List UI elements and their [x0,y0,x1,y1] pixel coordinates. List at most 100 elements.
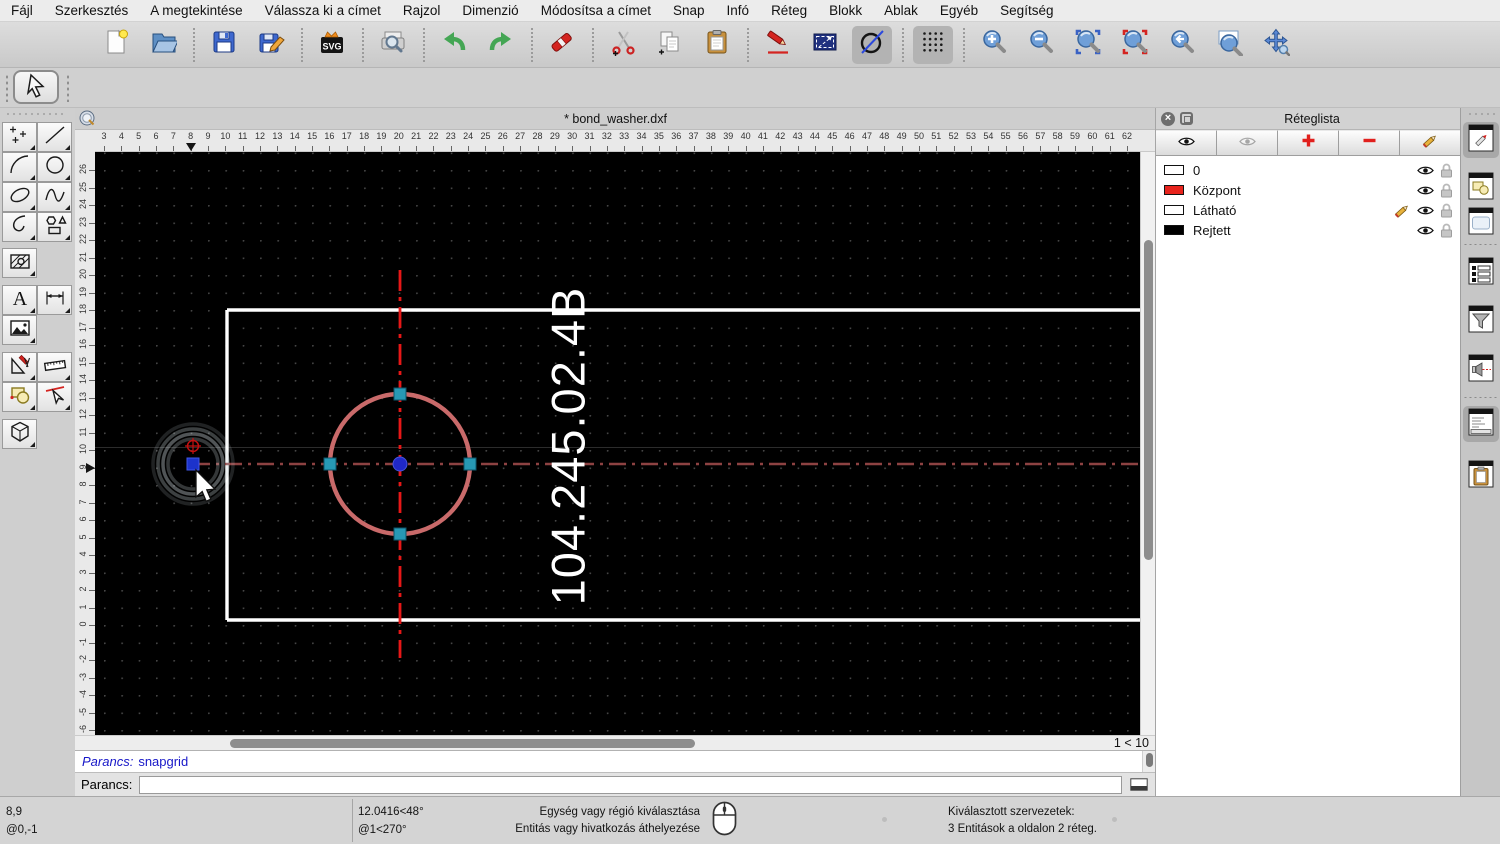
select-entity-tool-button[interactable] [37,382,72,412]
layer-lock-icon[interactable] [1440,183,1453,201]
filter-widget-button[interactable] [1466,303,1496,339]
menu-egy-b[interactable]: Egyéb [929,3,989,18]
undock-icon[interactable] [1180,112,1193,125]
arc-tool-button[interactable] [2,152,37,182]
zoom-in-button[interactable] [974,26,1014,64]
zoom-out-button[interactable] [1021,26,1061,64]
layer-lock-icon[interactable] [1440,223,1453,241]
cut-button[interactable] [603,26,643,64]
redo-button[interactable] [481,26,521,64]
measure-tool-button[interactable] [37,352,72,382]
undo-button[interactable] [434,26,474,64]
drawing-window-titlebar[interactable]: * bond_washer.dxf [75,108,1155,130]
circle-line-button[interactable] [852,25,892,64]
layer-visibility-eye-icon[interactable] [1417,164,1434,179]
keyboard-toggle-button[interactable] [1129,777,1149,792]
zoom-redraw-button[interactable] [1115,26,1155,64]
new-file-button[interactable] [96,26,136,64]
dimension-tool-button[interactable] [37,285,72,315]
layer-color-swatch[interactable] [1164,165,1184,175]
line-tool-button[interactable] [37,122,72,152]
vertical-scrollbar[interactable] [1140,152,1155,735]
menu-szerkeszt-s[interactable]: Szerkesztés [44,3,140,18]
show-all-eye-button[interactable] [1156,130,1217,155]
print-preview-button[interactable] [373,26,413,64]
image-tool-button[interactable] [2,315,37,345]
layer-row-rejtett[interactable]: Rejtett [1156,220,1460,240]
history-scrollbar[interactable] [1142,751,1155,773]
dock-handle[interactable] [1467,112,1495,116]
zoom-auto-button[interactable] [1068,26,1108,64]
save-as-button[interactable] [251,26,291,64]
open-folder-button[interactable] [143,26,183,64]
menu-v-lassza-ki-a-c-met[interactable]: Válassza ki a címet [254,3,392,18]
horizontal-scrollbar-thumb[interactable] [230,739,695,748]
vertical-scrollbar-thumb[interactable] [1144,240,1153,560]
pen-edit-button[interactable] [758,26,798,64]
hatch-tool-button[interactable] [2,248,37,278]
zoom-pan-button[interactable] [1256,26,1296,64]
block-tool-button[interactable] [2,382,37,412]
menu-m-dos-tsa-a-c-met[interactable]: Módosítsa a címet [530,3,662,18]
part-number-label[interactable]: 104.245.02.4B [542,287,595,606]
layer-color-swatch[interactable] [1164,205,1184,215]
remove-layer-button[interactable] [1339,130,1400,155]
menu-a-megtekint-se[interactable]: A megtekintése [139,3,253,18]
menu-dimenzi-[interactable]: Dimenzió [451,3,529,18]
history-scrollbar-thumb[interactable] [1146,753,1153,767]
copy-button[interactable] [650,26,690,64]
circle-center-point[interactable] [392,456,408,472]
layer-row-látható[interactable]: Látható [1156,200,1460,220]
layer-lock-icon[interactable] [1440,163,1453,181]
text-tool-button[interactable]: A [2,285,37,315]
clipboard-widget-button[interactable] [1466,458,1496,494]
edit-layer-button[interactable] [1400,130,1460,155]
menu-f-jl[interactable]: Fájl [0,3,44,18]
select-tool-button[interactable] [13,70,59,104]
polygon-tool-button[interactable] [37,212,72,242]
menu-inf-[interactable]: Infó [716,3,761,18]
svg-export-button[interactable]: SVG [312,26,352,64]
selection-rectangle-button[interactable] [805,26,845,64]
layer-list-widget-button[interactable] [1463,122,1499,158]
toolbar-handle[interactable] [66,74,70,102]
palette-handle[interactable] [5,112,67,116]
command-input[interactable] [139,775,1122,794]
points-tool-button[interactable] [2,122,37,152]
menu-ablak[interactable]: Ablak [873,3,929,18]
layer-visibility-eye-icon[interactable] [1417,184,1434,199]
menu-blokk[interactable]: Blokk [818,3,873,18]
zoom-window-button[interactable] [1209,26,1249,64]
drawing-canvas[interactable]: 104.245.02.4B [95,152,1140,735]
layer-color-swatch[interactable] [1164,185,1184,195]
horizontal-scrollbar[interactable]: 1 < 10 [75,735,1155,750]
command-widget-button[interactable] [1463,406,1499,442]
hide-all-eye-button[interactable] [1217,130,1278,155]
modify-tool-button[interactable] [2,352,37,382]
fit-widget-button[interactable] [1466,352,1496,388]
delete-button[interactable] [542,26,582,64]
layer-row-0[interactable]: 0 [1156,160,1460,180]
layer-color-swatch[interactable] [1164,225,1184,235]
menu-snap[interactable]: Snap [662,3,716,18]
zoom-previous-button[interactable] [1162,26,1202,64]
toolbar-handle[interactable] [5,74,9,102]
library-widget-button[interactable] [1466,205,1496,241]
entity-list-widget-button[interactable] [1466,255,1496,291]
menu-seg-ts-g[interactable]: Segítség [989,3,1064,18]
close-icon[interactable]: × [1161,111,1175,126]
block-list-widget-button[interactable] [1466,170,1496,206]
snap-grid-button[interactable] [913,25,953,64]
save-button[interactable] [204,26,244,64]
paste-button[interactable] [697,26,737,64]
layer-visibility-eye-icon[interactable] [1417,204,1434,219]
spline-tool-button[interactable] [37,182,72,212]
circle-tool-button[interactable] [37,152,72,182]
layer-visibility-eye-icon[interactable] [1417,224,1434,239]
polyline-tool-button[interactable] [2,212,37,242]
solid-3d-tool-button[interactable] [2,419,37,449]
layer-row-központ[interactable]: Központ [1156,180,1460,200]
add-layer-button[interactable] [1278,130,1339,155]
menu-r-teg[interactable]: Réteg [760,3,818,18]
ellipse-tool-button[interactable] [2,182,37,212]
